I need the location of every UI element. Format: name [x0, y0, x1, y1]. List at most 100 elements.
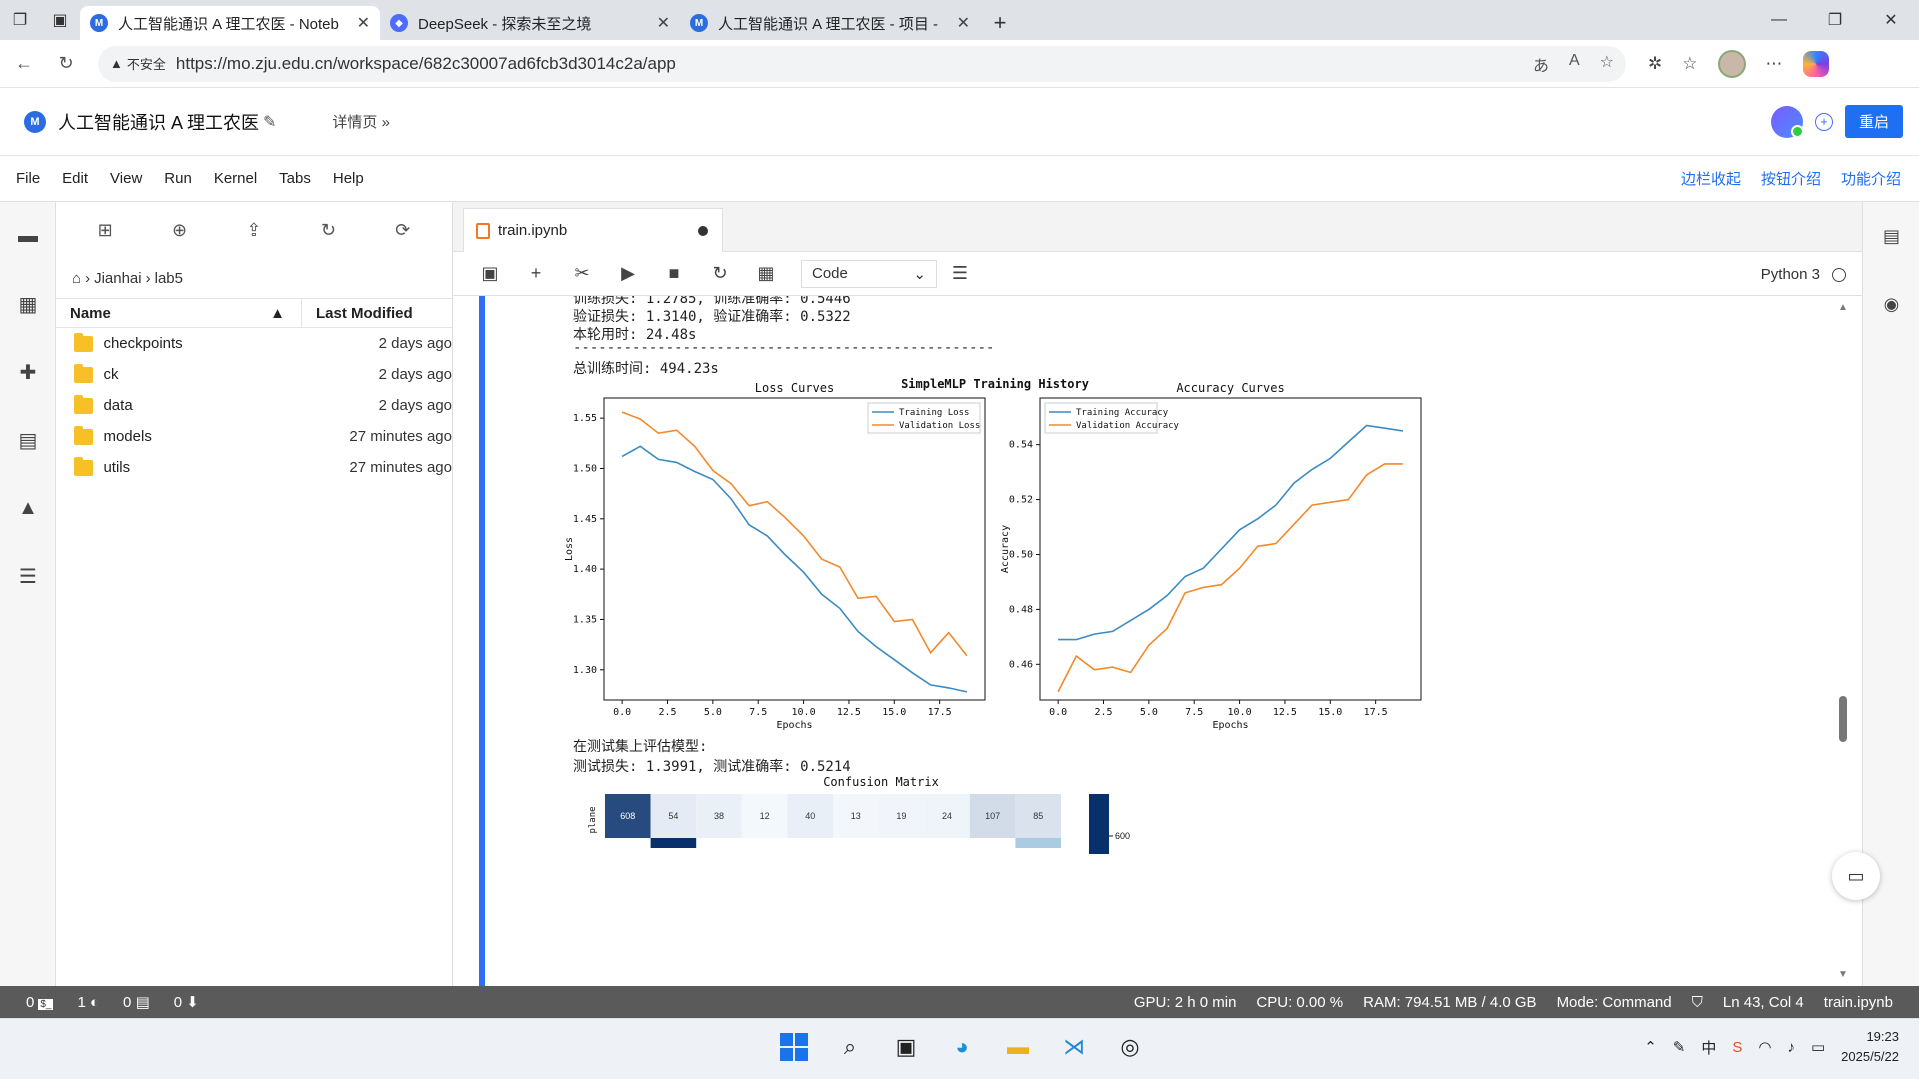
palette-icon[interactable]: ◉ — [1863, 270, 1919, 338]
back-icon[interactable]: ← — [6, 46, 42, 82]
favorites-icon[interactable]: ☆ — [1682, 54, 1697, 74]
home-icon[interactable]: ⌂ — [72, 270, 81, 287]
volume-icon[interactable]: ♪ — [1787, 1039, 1795, 1056]
chevron-up-icon[interactable]: ⌃ — [1644, 1038, 1657, 1056]
extension-icon[interactable]: ✚ — [0, 338, 56, 406]
close-icon[interactable]: ✕ — [957, 13, 970, 33]
ime-indicator[interactable]: 中 — [1701, 1037, 1716, 1058]
cursor-position[interactable]: Ln 43, Col 4 — [1723, 994, 1804, 1011]
feature-intro-link[interactable]: 功能介绍 — [1841, 168, 1901, 189]
terminals-status[interactable]: 0 $_ — [26, 994, 54, 1011]
url-field[interactable]: ▲ 不安全 https://mo.zju.edu.cn/workspace/682… — [98, 45, 1626, 82]
menu-view[interactable]: View — [110, 170, 142, 187]
button-intro-link[interactable]: 按钮介绍 — [1761, 168, 1821, 189]
search-icon[interactable]: ⌕ — [832, 1029, 868, 1065]
browser-tab-notebook[interactable]: M 人工智能通识 A 理工农医 - Noteb ✕ — [80, 6, 380, 40]
collapse-sidebar-link[interactable]: 边栏收起 — [1681, 168, 1741, 189]
scroll-down-icon[interactable]: ▼ — [1838, 969, 1848, 980]
stop-icon[interactable]: ■ — [651, 263, 697, 284]
minimize-icon[interactable]: — — [1751, 0, 1807, 40]
menu-lines-icon[interactable]: ☰ — [937, 263, 983, 284]
menu-tabs[interactable]: Tabs — [279, 170, 311, 187]
copilot-icon[interactable] — [1802, 50, 1829, 77]
refresh-icon[interactable]: ↻ — [321, 220, 336, 241]
wechat-icon[interactable]: ◎ — [1112, 1029, 1148, 1065]
downloads-status[interactable]: 0 ⬇ — [174, 993, 199, 1011]
workspaces-icon[interactable]: ❐ — [0, 0, 40, 40]
browser-tab-project[interactable]: M 人工智能通识 A 理工农医 - 项目 - ✕ — [680, 6, 980, 40]
run-icon[interactable]: ▶ — [605, 263, 651, 284]
menu-run[interactable]: Run — [164, 170, 192, 187]
file-row[interactable]: checkpoints 2 days ago — [56, 328, 452, 359]
restore-icon[interactable]: ❐ — [1807, 0, 1863, 40]
add-icon[interactable]: + — [1814, 112, 1833, 131]
add-cell-icon[interactable]: + — [513, 263, 559, 284]
windows-start-icon[interactable] — [776, 1029, 812, 1065]
chat-icon[interactable]: ▭ — [1832, 852, 1880, 900]
read-aloud-icon[interactable]: A — [1569, 52, 1580, 76]
translate-icon[interactable]: あ — [1533, 52, 1549, 76]
app-tray-icon[interactable]: S — [1732, 1039, 1742, 1056]
pen-icon[interactable]: ✎ — [1673, 1038, 1686, 1056]
scroll-up-icon[interactable]: ▲ — [1838, 302, 1848, 313]
menu-edit[interactable]: Edit — [62, 170, 88, 187]
details-link[interactable]: 详情页 » — [332, 111, 390, 132]
menu-kernel[interactable]: Kernel — [214, 170, 257, 187]
extensions-icon[interactable]: ✲ — [1648, 54, 1662, 74]
shield-icon[interactable]: ⛉ — [1692, 994, 1703, 1011]
name-column-header[interactable]: Name ▲ — [56, 298, 302, 328]
battery-icon[interactable]: ▭ — [1811, 1038, 1825, 1056]
url-text[interactable]: https://mo.zju.edu.cn/workspace/682c3000… — [176, 54, 1533, 74]
running-icon[interactable]: ▦ — [0, 270, 56, 338]
edit-icon[interactable]: ✎ — [263, 112, 276, 132]
edge-icon[interactable]: ◕ — [944, 1029, 980, 1065]
restart-kernel-icon[interactable]: ↻ — [697, 263, 743, 284]
file-row[interactable]: models 27 minutes ago — [56, 421, 452, 452]
git-icon[interactable]: ⟳ — [395, 220, 410, 241]
unsaved-dot-icon[interactable] — [698, 225, 708, 236]
sessions-status[interactable]: 0 ▤ — [123, 993, 150, 1011]
save-icon[interactable]: ▣ — [467, 263, 513, 284]
upload-icon[interactable]: ⇪ — [246, 220, 261, 241]
menu-help[interactable]: Help — [333, 170, 364, 187]
restart-button[interactable]: 重启 — [1844, 105, 1903, 138]
new-tab-button[interactable]: + — [980, 6, 1020, 40]
more-icon[interactable]: ⋯ — [1766, 54, 1783, 74]
tab-train-notebook[interactable]: train.ipynb — [463, 208, 723, 252]
close-icon[interactable]: ✕ — [357, 13, 370, 33]
modified-column-header[interactable]: Last Modified — [302, 305, 413, 322]
profile-avatar[interactable] — [1717, 49, 1746, 78]
vertical-tabs-icon[interactable]: ▣ — [40, 0, 80, 40]
breadcrumb-item[interactable]: lab5 — [155, 270, 183, 287]
security-warning[interactable]: ▲ 不安全 — [110, 54, 166, 73]
kernel-name[interactable]: Python 3 — [1761, 266, 1820, 283]
close-icon[interactable]: ✕ — [657, 13, 670, 33]
task-view-icon[interactable]: ▣ — [888, 1029, 924, 1065]
file-row[interactable]: utils 27 minutes ago — [56, 452, 452, 483]
kernels-status[interactable]: 1 ◐ — [77, 994, 99, 1011]
refresh-icon[interactable]: ↻ — [48, 46, 84, 82]
toc-icon[interactable]: ☰ — [0, 542, 56, 610]
deploy-icon[interactable]: ▲ — [0, 474, 56, 542]
property-inspector-icon[interactable]: ▤ — [1863, 202, 1919, 270]
file-explorer-icon[interactable]: ▬ — [1000, 1029, 1036, 1065]
wifi-icon[interactable]: ◠ — [1758, 1038, 1771, 1056]
vscode-icon[interactable]: ⋊ — [1056, 1029, 1092, 1065]
new-folder-icon[interactable]: ⊕ — [172, 220, 187, 241]
assistant-avatar[interactable] — [1770, 105, 1804, 138]
menu-file[interactable]: File — [16, 170, 40, 187]
mode-status[interactable]: Mode: Command — [1557, 994, 1672, 1011]
cell-selection-bar[interactable] — [479, 296, 485, 986]
dataset-icon[interactable]: ▤ — [0, 406, 56, 474]
scroll-thumb[interactable] — [1839, 696, 1847, 742]
cell-type-select[interactable]: Code ⌄ — [801, 259, 937, 288]
breadcrumb-item[interactable]: Jianhai — [94, 270, 142, 287]
new-file-icon[interactable]: ⊞ — [98, 220, 113, 241]
browser-tab-deepseek[interactable]: ◆ DeepSeek - 探索未至之境 ✕ — [380, 6, 680, 40]
gpu-icon[interactable]: ▦ — [743, 263, 789, 284]
cut-icon[interactable]: ✂ — [559, 263, 605, 284]
favorite-star-icon[interactable]: ☆ — [1600, 52, 1614, 76]
folder-icon[interactable]: ▬ — [0, 202, 56, 270]
file-row[interactable]: data 2 days ago — [56, 390, 452, 421]
clock[interactable]: 19:23 2025/5/22 — [1841, 1027, 1899, 1067]
